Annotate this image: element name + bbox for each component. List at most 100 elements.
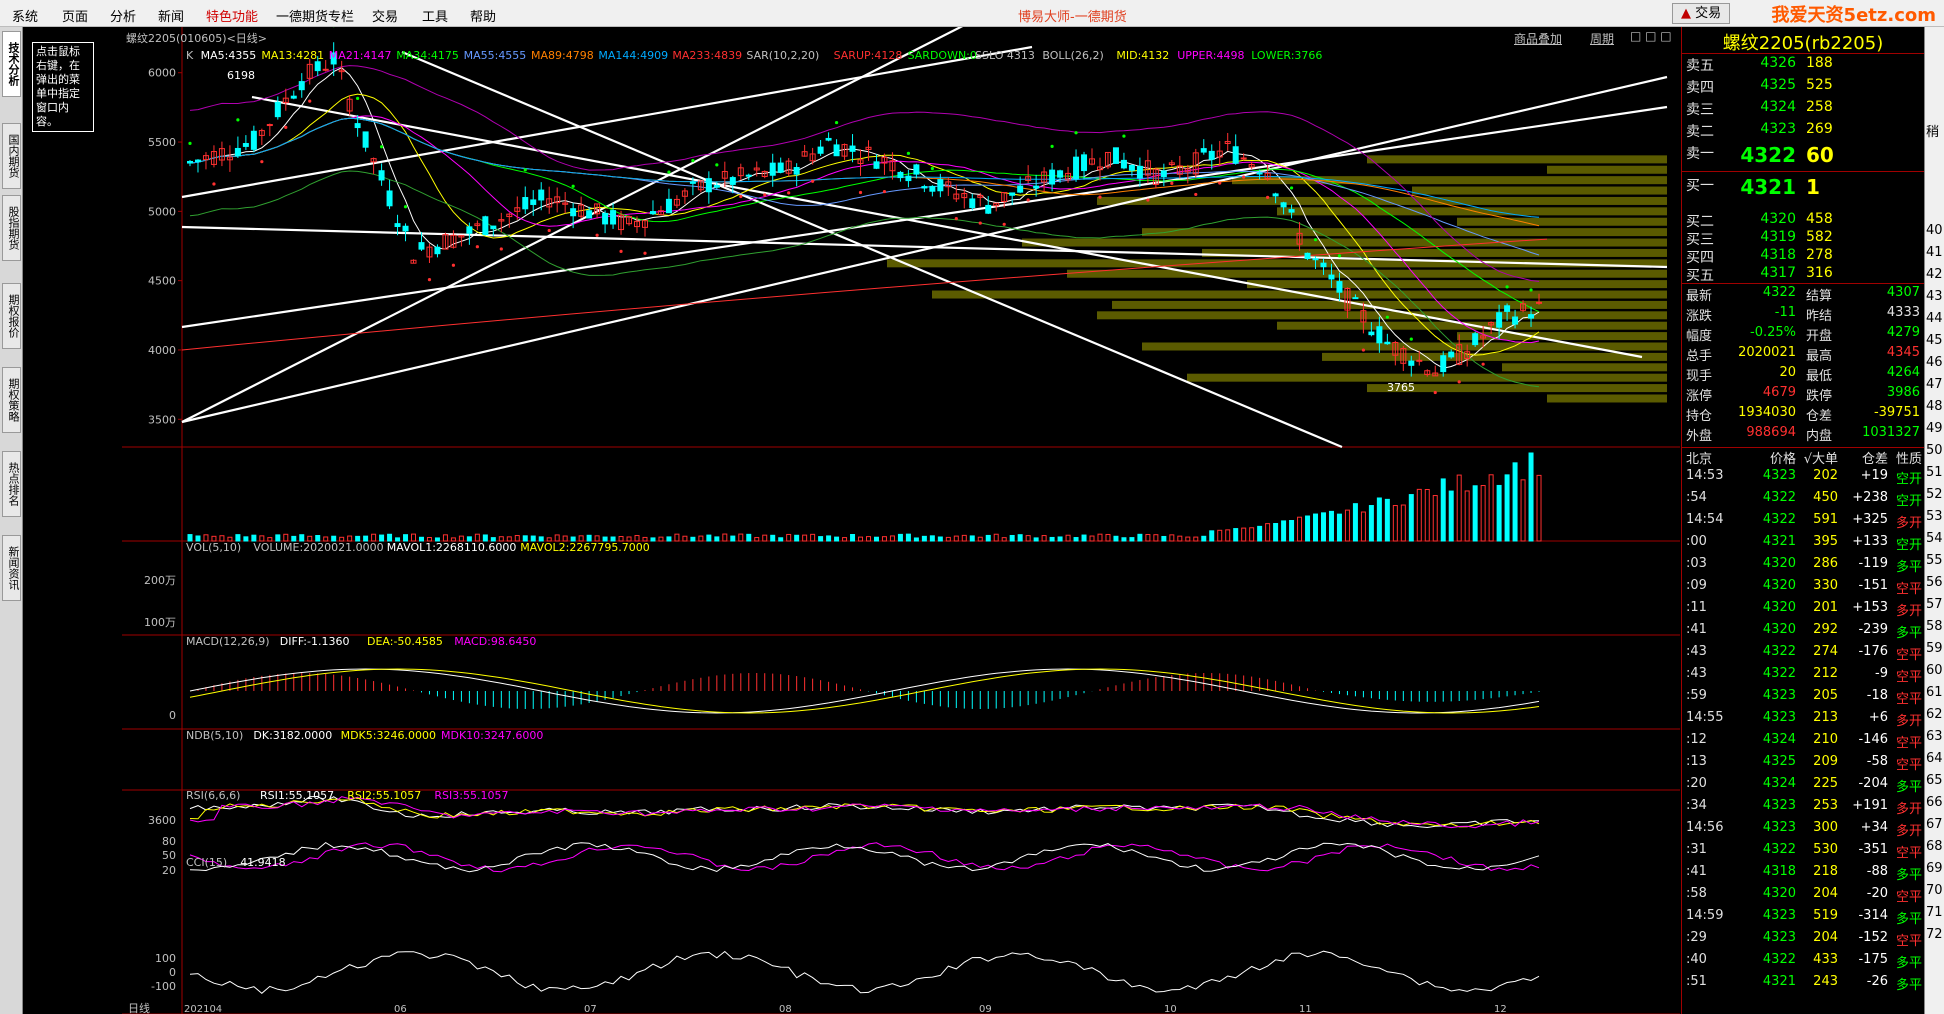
tick-price: 4322 [1762, 644, 1796, 659]
candle-body [793, 167, 800, 175]
tick-oi-change: +325 [1852, 512, 1888, 527]
tab-technical-analysis[interactable]: 技术分析 [2, 31, 21, 97]
menu-page[interactable]: 页面 [62, 6, 88, 25]
tick-row[interactable]: 14:54 4322 591 +325 多开 [1682, 512, 1924, 534]
candle-body [266, 124, 273, 127]
tick-nature: 空平 [1895, 758, 1922, 773]
tick-oi-change: -58 [1866, 754, 1888, 769]
tab-option-quotes[interactable]: 期权报价 [2, 283, 21, 349]
tick-row[interactable]: :34 4323 253 +191 多开 [1682, 798, 1924, 820]
tick-time: :20 [1686, 776, 1707, 791]
tick-row[interactable]: :43 4322 274 -176 空平 [1682, 644, 1924, 666]
volume-bar [1313, 513, 1319, 542]
volume-bar [682, 535, 688, 542]
tick-row[interactable]: 14:55 4323 213 +6 多开 [1682, 710, 1924, 732]
menu-trade[interactable]: 交易 [372, 6, 398, 25]
tick-row[interactable]: :12 4324 210 -146 空平 [1682, 732, 1924, 754]
stat-label: 幅度 [1686, 329, 1713, 344]
tick-row[interactable]: 14:56 4323 300 +34 多开 [1682, 820, 1924, 842]
sar-dot [1218, 181, 1222, 185]
tab-index-futures[interactable]: 股指期货 [2, 195, 21, 261]
bid-label: 买一 [1686, 178, 1714, 194]
tick-row[interactable]: 14:59 4323 519 -314 多平 [1682, 908, 1924, 930]
tab-domestic-futures[interactable]: 国内期货 [2, 123, 21, 189]
window-buttons[interactable]: □ □ □ [1630, 29, 1672, 43]
candle-body [418, 242, 425, 250]
ask-row[interactable]: 卖一 4322 60 [1682, 143, 1924, 167]
tick-header-bigorder[interactable]: √大单 [1804, 448, 1838, 467]
volume-bar [1265, 523, 1271, 542]
menu-tools[interactable]: 工具 [422, 6, 448, 25]
menu-system[interactable]: 系统 [12, 6, 38, 25]
tick-row[interactable]: :11 4320 201 +153 多开 [1682, 600, 1924, 622]
tick-row[interactable]: :54 4322 450 +238 空开 [1682, 490, 1924, 512]
tick-row[interactable]: :20 4324 225 -204 多平 [1682, 776, 1924, 798]
bid-row[interactable]: 买一 4321 1 [1682, 175, 1924, 199]
ask-label: 卖二 [1686, 124, 1714, 140]
tick-row[interactable]: :43 4322 212 -9 空平 [1682, 666, 1924, 688]
menu-analysis[interactable]: 分析 [110, 6, 136, 25]
chart-canvas[interactable]: K MA5:4355 MA13:4281 MA21:4147 MA34:4175 MA55… [122, 27, 1680, 1014]
volume-bar [1344, 509, 1350, 542]
period-link[interactable]: 周期 [1590, 30, 1614, 47]
menu-news[interactable]: 新闻 [158, 6, 184, 25]
tick-row[interactable]: :58 4320 204 -20 空平 [1682, 886, 1924, 908]
tick-row[interactable]: :40 4322 433 -175 多平 [1682, 952, 1924, 974]
volume-bar [1328, 510, 1334, 542]
ask-row[interactable]: 卖五 4326 188 [1682, 55, 1924, 76]
tick-oi-change: -20 [1866, 886, 1888, 901]
tick-row[interactable]: :51 4321 243 -26 多平 [1682, 974, 1924, 996]
tick-time: :09 [1686, 578, 1707, 593]
ask-row[interactable]: 卖二 4323 269 [1682, 121, 1924, 142]
sar-dot [930, 166, 934, 171]
macd-indicator-text: DIFF:-1.1360 [280, 635, 350, 648]
menu-special-features[interactable]: 特色功能 [206, 6, 258, 25]
trade-button[interactable]: ▲ 交易 [1672, 3, 1731, 24]
candle-body [1288, 209, 1295, 213]
candle-body [250, 130, 257, 150]
ndb-indicator-text: MDK5:3246.0000 [341, 729, 436, 742]
candle-body [873, 161, 880, 169]
tick-nature: 空平 [1895, 648, 1922, 663]
ask-row[interactable]: 卖四 4325 525 [1682, 77, 1924, 98]
volume-bar [1257, 525, 1263, 542]
tick-row[interactable]: :09 4320 330 -151 空平 [1682, 578, 1924, 600]
tab-news-info[interactable]: 新闻资讯 [2, 535, 21, 601]
volume-bar [1352, 503, 1358, 542]
tick-volume: 530 [1813, 842, 1838, 857]
candle-body [1376, 326, 1383, 344]
menu-yide-column[interactable]: 一德期货专栏 [276, 6, 354, 25]
sar-dot [1098, 195, 1102, 199]
trend-line [251, 95, 1643, 359]
tick-row[interactable]: :31 4322 530 -351 空平 [1682, 842, 1924, 864]
tick-row[interactable]: 14:53 4323 202 +19 空开 [1682, 468, 1924, 490]
candle-body [466, 226, 473, 234]
ask-row[interactable]: 卖三 4324 258 [1682, 99, 1924, 120]
sar-dot [188, 141, 192, 146]
chart-title: 螺纹2205(010605)<日线> [126, 32, 268, 45]
rsi-indicator-text: RSI3:55.1057 [434, 789, 508, 802]
candle-body [1280, 202, 1287, 208]
volume-indicator-text: MAVOL2:2267795.7000 [520, 541, 650, 554]
volume-profile-bar [1067, 269, 1667, 278]
tab-hot-ranking[interactable]: 热点排名 [2, 451, 21, 517]
tick-row[interactable]: :00 4321 395 +133 空开 [1682, 534, 1924, 556]
volume-bar [961, 534, 967, 542]
tick-row[interactable]: :03 4320 286 -119 多平 [1682, 556, 1924, 578]
tick-price: 4321 [1762, 974, 1796, 989]
tick-row[interactable]: :13 4325 209 -58 空平 [1682, 754, 1924, 776]
tab-option-strategy[interactable]: 期权策略 [2, 367, 21, 433]
menu-help[interactable]: 帮助 [470, 6, 496, 25]
volume-bar [650, 537, 656, 542]
price-y-tick: 4000 [148, 344, 176, 357]
chart-area[interactable]: K MA5:4355 MA13:4281 MA21:4147 MA34:4175 MA55… [122, 27, 1680, 1014]
volume-bar [937, 536, 943, 542]
commodity-overlay-link[interactable]: 商品叠加 [1514, 30, 1562, 47]
volume-bar [658, 536, 664, 542]
tick-row[interactable]: :59 4323 205 -18 空平 [1682, 688, 1924, 710]
tick-nature: 空开 [1895, 494, 1922, 509]
tick-row[interactable]: :29 4323 204 -152 空平 [1682, 930, 1924, 952]
tick-nature: 多开 [1895, 604, 1922, 619]
tick-row[interactable]: :41 4320 292 -239 多平 [1682, 622, 1924, 644]
tick-row[interactable]: :41 4318 218 -88 多平 [1682, 864, 1924, 886]
